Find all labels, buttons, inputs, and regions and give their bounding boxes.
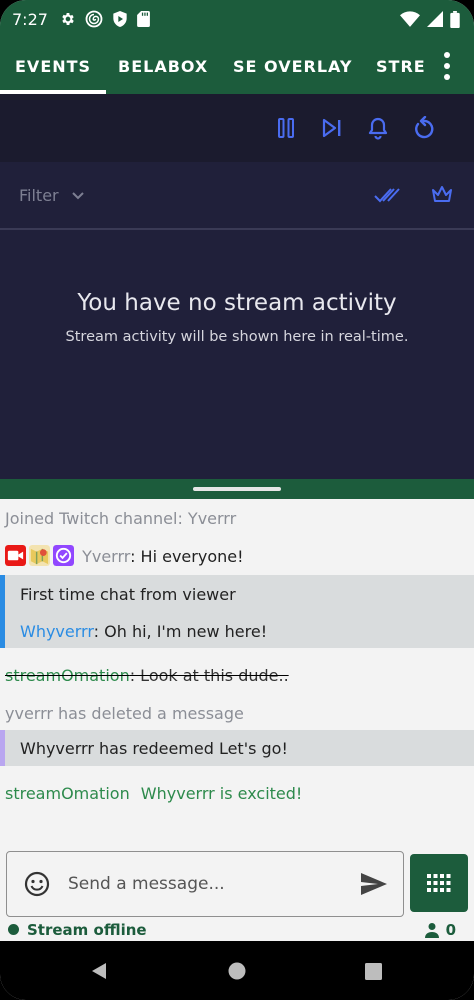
chat-username[interactable]: Whyverrr (20, 622, 94, 641)
chat-message: streamOmation Whyverrr is excited! (5, 784, 302, 803)
status-bar: 7:27 (0, 0, 474, 38)
redeem-text: Whyverrr has redeemed Let's go! (20, 739, 288, 758)
battery-icon (450, 10, 460, 28)
phone-screen: 7:27 EVENTS BELABOX SE OVERLAY STRE Filt… (0, 0, 474, 1000)
chat-username[interactable]: streamOmation (5, 784, 130, 803)
empty-state-subtitle: Stream activity will be shown here in re… (65, 329, 409, 345)
shield-play-icon (113, 11, 127, 27)
chat-username[interactable]: Yverrr (82, 547, 130, 566)
recents-icon[interactable] (365, 963, 382, 980)
tab-bar: EVENTS BELABOX SE OVERLAY STRE (0, 38, 474, 94)
chat-deleted-message: streamOmation: Look at this dude.. (5, 666, 289, 685)
drag-handle[interactable] (193, 487, 281, 491)
overflow-menu-icon[interactable] (440, 52, 454, 80)
stream-status-text: Stream offline (27, 921, 147, 939)
sd-card-icon (137, 11, 150, 27)
chat-deleted-notice: yverrr has deleted a message (5, 704, 244, 723)
highlight-accent-bar (0, 575, 5, 648)
filter-dropdown[interactable]: Filter (19, 186, 85, 205)
keypad-button[interactable] (410, 854, 468, 912)
spiral-app-icon (85, 10, 103, 28)
chat-join-notice: Joined Twitch channel: Yverrr (5, 509, 237, 528)
viewer-count: 0 (424, 921, 456, 939)
status-time: 7:27 (12, 9, 48, 29)
chat-panel: Joined Twitch channel: Yverrr Yverrr: Hi… (0, 499, 474, 839)
message-composer[interactable]: Send a message... (6, 851, 404, 917)
emoji-icon[interactable] (24, 871, 50, 897)
viewer-count-value: 0 (445, 921, 456, 939)
chat-message-text: : Look at this dude.. (129, 666, 289, 685)
chat-message: Yverrr: Hi everyone! (5, 545, 244, 566)
chat-message: Whyverrr: Oh hi, I'm new here! (20, 622, 267, 641)
highlight-accent-bar (0, 730, 5, 766)
events-panel: Filter You have no stream activity Strea… (0, 94, 474, 479)
send-icon[interactable] (361, 873, 387, 895)
stream-status-bar: Stream offline 0 (0, 919, 474, 941)
first-time-chat-highlight: First time chat from viewer Whyverrr: Oh… (0, 575, 474, 648)
system-nav-bar (0, 941, 474, 1000)
chat-message-text: Whyverrr is excited! (140, 784, 303, 803)
tab-se-overlay[interactable]: SE OVERLAY (233, 38, 352, 94)
redeem-highlight: Whyverrr has redeemed Let's go! (0, 730, 474, 766)
broadcaster-badge-icon (5, 545, 26, 566)
replay-icon[interactable] (412, 116, 436, 140)
first-time-header: First time chat from viewer (20, 585, 236, 604)
pause-icon[interactable] (274, 116, 298, 140)
skip-next-icon[interactable] (320, 116, 344, 140)
crown-icon[interactable] (430, 183, 454, 205)
empty-state-title: You have no stream activity (77, 290, 397, 316)
signal-icon (427, 11, 443, 27)
event-controls (0, 94, 474, 162)
tab-belabox[interactable]: BELABOX (118, 38, 208, 94)
chat-message-text: : Hi everyone! (130, 547, 244, 566)
tab-events[interactable]: EVENTS (0, 38, 107, 94)
keypad-grid-icon (427, 874, 451, 892)
bell-icon[interactable] (366, 116, 390, 140)
message-input[interactable]: Send a message... (68, 874, 225, 894)
settings-gear-icon (62, 13, 74, 25)
stream-status-dot (8, 924, 19, 935)
chat-username[interactable]: streamOmation (5, 666, 130, 685)
filter-bar: Filter (0, 162, 474, 230)
tab-stre[interactable]: STRE (376, 38, 426, 94)
filter-label: Filter (19, 186, 59, 205)
home-icon[interactable] (228, 962, 246, 980)
person-icon (424, 923, 439, 938)
panel-resize-divider[interactable] (0, 479, 474, 499)
mark-all-read-icon[interactable] (374, 184, 400, 206)
wifi-icon (400, 11, 420, 27)
chat-message-text: : Oh hi, I'm new here! (93, 622, 268, 641)
chevron-down-icon (71, 191, 84, 199)
map-badge-icon (29, 545, 50, 566)
verified-badge-icon (53, 545, 74, 566)
back-icon[interactable] (90, 962, 108, 980)
